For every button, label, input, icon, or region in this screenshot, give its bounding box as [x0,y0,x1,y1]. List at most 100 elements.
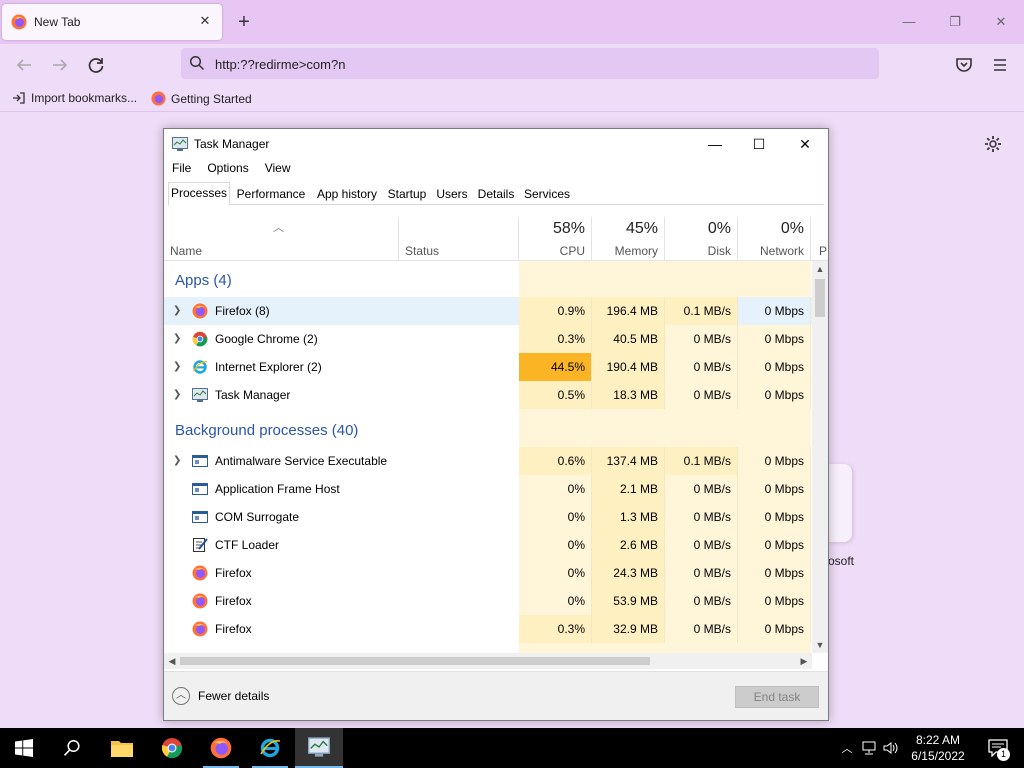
process-row[interactable]: Firefox 0.3% 32.9 MB 0 MB/s 0 Mbps [164,615,812,643]
firefox-icon [210,737,232,759]
scroll-left-arrow-icon[interactable]: ◀ [164,653,180,669]
firefox-taskbar-button[interactable] [197,728,245,768]
column-power[interactable]: P [811,217,828,261]
menu-bar: File Options View [164,159,299,179]
column-name[interactable]: ︿ Name [164,217,399,261]
horizontal-scroll-thumb[interactable] [180,657,650,665]
process-disk-cell: 0 MB/s [665,325,738,353]
process-cpu-cell: 0.5% [519,381,592,409]
process-row[interactable]: ❯ Firefox (8) 0.9% 196.4 MB 0.1 MB/s 0 Mbps [164,297,812,325]
close-button[interactable]: ✕ [782,129,828,159]
restore-window-button[interactable]: ❐ [942,10,968,34]
expand-chevron-right-icon[interactable]: ❯ [173,305,181,316]
column-status[interactable]: Status [399,217,519,261]
process-memory-cell: 2.1 MB [592,475,665,503]
process-row[interactable]: Application Frame Host 0% 2.1 MB 0 MB/s 0 Mb… [164,475,812,503]
window-title: Task Manager [194,137,270,151]
expand-chevron-right-icon[interactable]: ❯ [173,361,181,372]
process-cpu-cell: 0.6% [519,447,592,475]
new-tab-button[interactable]: + [233,11,255,33]
end-task-button[interactable]: End task [735,686,819,708]
scroll-right-arrow-icon[interactable]: ▶ [796,653,812,669]
expand-chevron-right-icon[interactable]: ❯ [173,333,181,344]
expand-chevron-right-icon[interactable]: ❯ [173,389,181,400]
column-memory[interactable]: 45% Memory [592,217,665,261]
process-network-cell: 0 Mbps [738,353,811,381]
task-manager-footer: ︿ Fewer details End task [164,671,828,720]
column-disk[interactable]: 0% Disk [665,217,738,261]
process-row[interactable]: CTF Loader 0% 2.6 MB 0 MB/s 0 Mbps [164,531,812,559]
fewer-details-button[interactable]: ︿ Fewer details [172,687,269,705]
process-network-cell: 0 Mbps [738,475,811,503]
process-row[interactable]: ❯ Antimalware Service Executable 0.6% 137.4… [164,447,812,475]
minimize-button[interactable]: — [692,129,738,159]
process-network-cell: 0 Mbps [738,297,811,325]
process-name: Task Manager [215,388,291,402]
volume-icon[interactable] [882,740,900,756]
minimize-window-button[interactable]: — [896,10,922,34]
group-header: Apps (4) [175,272,232,289]
tab-details[interactable]: Details [474,184,518,205]
tab-processes[interactable]: Processes [168,182,230,206]
column-cpu[interactable]: 58% CPU [519,217,592,261]
import-bookmarks-link[interactable]: Import bookmarks... [12,91,137,105]
network-icon[interactable] [860,740,878,756]
hamburger-menu-icon[interactable] [988,53,1012,77]
reload-icon[interactable] [84,53,108,77]
tab-performance[interactable]: Performance [232,184,310,205]
address-bar[interactable]: http:??redirme>com?n [181,48,879,79]
process-network-cell: 0 Mbps [738,447,811,475]
action-center-button[interactable]: 1 [980,728,1016,768]
vertical-scrollbar[interactable]: ▲ ▼ [812,261,828,653]
menu-file[interactable]: File [164,159,199,179]
tab-startup[interactable]: Startup [384,184,430,205]
process-row[interactable]: Firefox 0% 53.9 MB 0 MB/s 0 Mbps [164,587,812,615]
expand-chevron-right-icon[interactable]: ❯ [173,455,181,466]
tab-services[interactable]: Services [520,184,574,205]
chrome-icon [192,331,208,347]
tab-users[interactable]: Users [432,184,472,205]
file-explorer-taskbar-button[interactable] [98,728,146,768]
browser-tab-new-tab[interactable]: New Tab ✕ [2,4,222,40]
search-button[interactable] [48,728,96,768]
getting-started-link[interactable]: Getting Started [151,91,252,106]
vertical-scroll-thumb[interactable] [815,279,825,317]
system-tray: ︿ [838,728,900,768]
gear-icon[interactable] [983,134,1003,154]
process-row[interactable]: Firefox 0% 24.3 MB 0 MB/s 0 Mbps [164,559,812,587]
close-window-button[interactable]: ✕ [988,10,1014,34]
chrome-taskbar-button[interactable] [148,728,196,768]
scroll-down-arrow-icon[interactable]: ▼ [812,637,828,653]
menu-options[interactable]: Options [199,159,256,179]
process-row[interactable]: ❯ Task Manager 0.5% 18.3 MB 0 MB/s 0 Mbps [164,381,812,409]
process-row[interactable]: COM Surrogate 0% 1.3 MB 0 MB/s 0 Mbps [164,503,812,531]
getting-started-label: Getting Started [171,91,252,106]
clock[interactable]: 8:22 AM 6/15/2022 [900,732,976,764]
internet-explorer-taskbar-button[interactable] [246,728,294,768]
task-manager-taskbar-button[interactable] [295,728,343,768]
firefox-icon [11,14,27,30]
menu-view[interactable]: View [257,159,299,179]
pocket-icon[interactable] [952,53,976,77]
maximize-button[interactable]: ☐ [736,129,782,159]
scroll-up-arrow-icon[interactable]: ▲ [812,261,828,277]
process-name: Google Chrome (2) [215,332,318,346]
back-arrow-icon[interactable] [12,53,36,77]
tab-app-history[interactable]: App history [312,184,382,205]
close-tab-icon[interactable]: ✕ [196,12,214,30]
horizontal-scrollbar[interactable]: ◀ ▶ [164,653,812,669]
process-memory-cell: 40.5 MB [592,325,665,353]
process-row[interactable]: ❯ Google Chrome (2) 0.3% 40.5 MB 0 MB/s 0 Mbp… [164,325,812,353]
process-memory-cell: 137.4 MB [592,447,665,475]
process-row[interactable]: ❯ Internet Explorer (2) 44.5% 190.4 MB 0 MB/… [164,353,812,381]
top-site-label: osoft [828,554,855,568]
show-hidden-icons-chevron-up-icon[interactable]: ︿ [838,740,856,756]
process-name: Antimalware Service Executable [215,454,388,468]
column-network[interactable]: 0% Network [738,217,811,261]
clock-date: 6/15/2022 [911,749,965,763]
task-manager-titlebar[interactable]: Task Manager — ☐ ✕ [164,129,828,159]
top-site-tile[interactable] [828,464,852,542]
forward-arrow-icon[interactable] [48,53,72,77]
process-memory-cell: 32.9 MB [592,615,665,643]
start-button[interactable] [0,728,48,768]
